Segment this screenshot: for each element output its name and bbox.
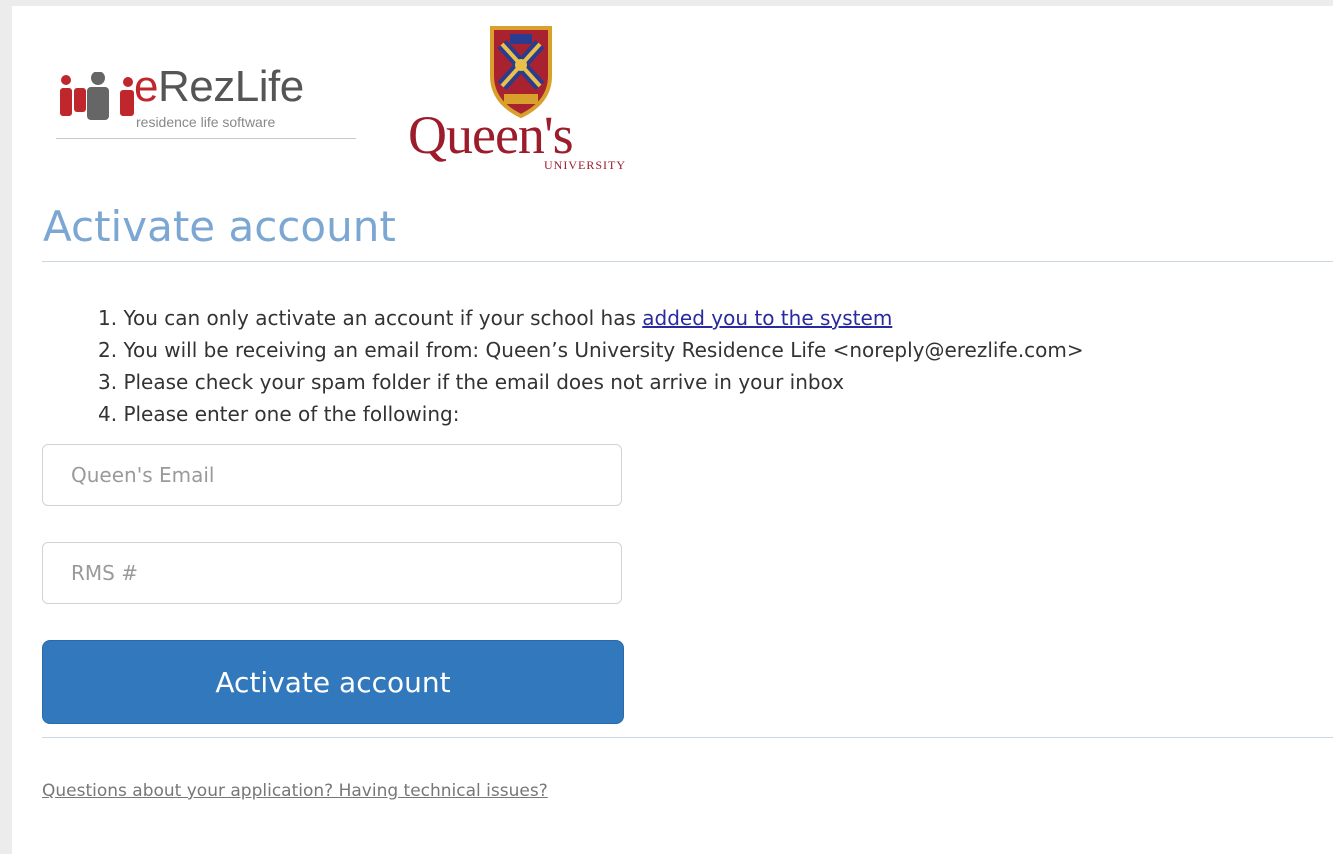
logo-divider [56,138,356,139]
activate-account-button[interactable]: Activate account [42,640,624,724]
page: eRezLife residence life software Queen's… [12,6,1333,854]
erezlife-tagline: residence life software [136,114,276,130]
instruction-item: 2. You will be receiving an email from: … [98,338,1084,362]
page-title: Activate account [43,202,396,251]
instruction-item: 3. Please check your spam folder if the … [98,370,845,394]
help-link[interactable]: Questions about your application? Having… [42,781,548,801]
added-to-system-link[interactable]: added you to the system [642,306,892,330]
queens-wordmark: Queen's [408,105,574,165]
email-field[interactable] [42,444,622,506]
queens-subtitle: UNIVERSITY [544,158,626,172]
people-icon [60,72,134,120]
erezlife-logo: eRezLife residence life software [56,62,356,139]
rms-number-field[interactable] [42,542,622,604]
footer-divider [42,737,1333,738]
erezlife-wordmark: eRezLife [134,62,304,111]
title-divider [42,261,1333,262]
instruction-item: 1. You can only activate an account if y… [98,306,893,330]
instruction-item: 4. Please enter one of the following: [98,402,460,426]
logo-area: eRezLife residence life software Queen's… [44,24,684,184]
queens-logo: Queen's UNIVERSITY [406,24,638,178]
instructions-list: 1. You can only activate an account if y… [98,302,1084,430]
